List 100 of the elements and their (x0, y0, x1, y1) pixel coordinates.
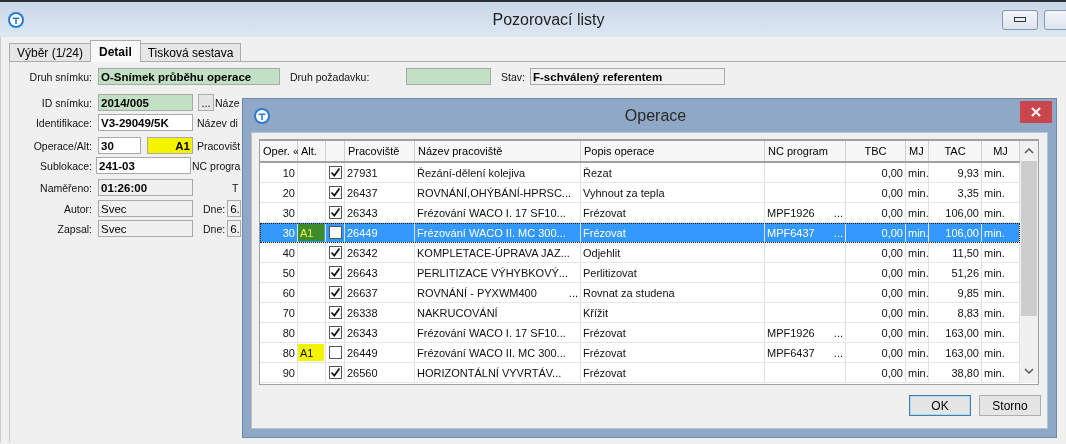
table-cell: 26560 (345, 363, 415, 382)
table-cell: 8,83 (929, 303, 982, 322)
field-label: Autor: (63, 202, 92, 215)
text-field[interactable]: 241-03 (96, 157, 191, 174)
table-cell: NAKRUCOVÁNÍ (415, 303, 581, 322)
table-cell: 163,00 (929, 343, 982, 362)
table-cell: Frézovat (581, 203, 765, 222)
field-label: T (232, 181, 239, 194)
table-cell: 27931 (345, 163, 415, 182)
column-header[interactable]: Popis operace (581, 141, 765, 161)
field-label: Dne: (203, 222, 226, 235)
table-row[interactable]: 30 26343 Frézování WACO I. 17 SF10... Frézovat MPF1926 ... 0,00 min. 106,00 min. (260, 203, 1020, 223)
table-cell: 0,00 (846, 163, 906, 182)
dialog-button[interactable]: Storno (979, 395, 1041, 416)
column-header[interactable]: Pracoviště (345, 141, 415, 161)
text-field[interactable]: 01:26:00 (98, 179, 193, 196)
table-cell: min. (906, 303, 929, 322)
text-field[interactable]: 2014/005 (98, 94, 193, 111)
table-cell: 0,00 (846, 323, 906, 342)
text-field[interactable]: 30 (98, 137, 141, 154)
column-header[interactable]: Alt. (298, 141, 326, 161)
text-field[interactable]: 6. (227, 220, 242, 237)
table-cell: 26343 (345, 203, 415, 222)
table-cell: min. (906, 203, 929, 222)
table-cell: 0,00 (846, 343, 906, 362)
table-row[interactable]: 80 A1 26449 Frézování WACO II. MC 300... Frézovat MPF6437 ... 0,00 min. 163,00 min. (260, 343, 1020, 363)
table-cell: 38,80 (929, 363, 982, 382)
table-cell: 106,00 (929, 223, 982, 242)
table-cell: HORIZONTÁLNÍ VYVRTÁV... (415, 363, 581, 382)
table-cell: Perlitizovat (581, 263, 765, 282)
table-cell: 70 (260, 303, 298, 322)
dialog-button[interactable]: OK (909, 395, 971, 416)
table-cell: min. (906, 363, 929, 382)
table-row[interactable]: 60 26637 ROVNÁNÍ - PYXWM400 ... Rovnat za studena 0,00 min. 9,85 min. (260, 283, 1020, 303)
table-cell: min. (906, 263, 929, 282)
table-cell: Frézování WACO II. MC 300... (415, 343, 581, 362)
table-cell: min. (906, 343, 929, 362)
text-field[interactable]: O-Snímek průběhu operace (98, 68, 280, 85)
table-cell: 9,85 (929, 283, 982, 302)
table-row[interactable]: 50 26643 PERLITIZACE VÝHYBKOVÝ... Perlitizovat 0,00 min. 51,26 min. (260, 263, 1020, 283)
browse-button[interactable]: ... (198, 94, 214, 111)
text-field[interactable]: F-schválený referentem (530, 68, 725, 85)
text-field[interactable]: A1 (147, 137, 193, 154)
table-cell: min. (906, 243, 929, 262)
table-cell: Frézovat (581, 223, 765, 242)
minimize-button[interactable] (1002, 9, 1038, 30)
table-cell: Frézování WACO I. 17 SF10... (415, 323, 581, 342)
table-cell: Rovnat za studena (581, 283, 765, 302)
more-button[interactable]: ... (833, 346, 843, 359)
table-cell: 9,93 (929, 163, 982, 182)
table-row[interactable]: 70 26338 NAKRUCOVÁNÍ Křížit 0,00 min. 8,83 min. (260, 303, 1020, 323)
more-button[interactable]: ... (833, 206, 843, 219)
table-cell: 0,00 (846, 363, 906, 382)
cell-text: MPF6437 (767, 226, 815, 239)
table-row[interactable]: 20 26437 ROVNÁNÍ,OHÝBÁNÍ-HPRSC... Vyhnout za tepla 0,00 min. 3,35 min. (260, 183, 1020, 203)
column-header[interactable]: TAC (929, 141, 982, 161)
table-cell: Řezat (581, 163, 765, 182)
column-header[interactable]: Název pracoviště (415, 141, 581, 161)
table-row[interactable]: 90 26560 HORIZONTÁLNÍ VYVRTÁV... Frézovat 0,00 min. 38,80 min. (260, 363, 1020, 383)
table-cell: 20 (260, 183, 298, 202)
more-button[interactable]: ... (568, 286, 578, 299)
table-cell: ROVNÁNÍ,OHÝBÁNÍ-HPRSC... (415, 183, 581, 202)
table-row[interactable]: 30 A1 26449 Frézování WACO II. MC 300... Frézovat MPF6437 ... 0,00 min. 106,00 min. (260, 223, 1020, 243)
table-cell: 3,35 (929, 183, 982, 202)
table-cell: 26342 (345, 243, 415, 262)
alt-tag: A1 (298, 344, 324, 361)
text-field[interactable]: V3-29049/5K (98, 114, 193, 131)
field-label: Pracovišt (197, 139, 241, 152)
scrollbar[interactable] (1020, 141, 1038, 383)
table-cell: 26343 (345, 323, 415, 342)
table-row[interactable]: 40 26342 KOMPLETACE-ÚPRAVA JAZ... Odjehlit 0,00 min. 11,50 min. (260, 243, 1020, 263)
tab[interactable]: Tisková sestava (139, 43, 242, 62)
table-cell: Frézovat (581, 343, 765, 362)
text-field[interactable]: 6. (227, 200, 242, 217)
table-cell: 60 (260, 283, 298, 302)
table-cell: Frézování WACO I. 17 SF10... (415, 203, 581, 222)
cell-text: MPF1926 (767, 326, 815, 339)
table-cell: Odjehlit (581, 243, 765, 262)
table-cell: min. (906, 223, 929, 242)
text-field[interactable] (406, 68, 491, 85)
alt-tag: A1 (298, 224, 324, 241)
table-cell: 10 (260, 163, 298, 182)
close-button[interactable] (1020, 100, 1052, 123)
column-header[interactable]: MJ (906, 141, 929, 161)
table-row[interactable]: 10 27931 Řezání-dělení kolejiva Řezat 0,00 min. 9,93 min. (260, 163, 1020, 183)
table-cell: 0,00 (846, 183, 906, 202)
column-header[interactable]: TBC (846, 141, 906, 161)
tab[interactable]: Výběr (1/24) (9, 43, 92, 62)
more-button[interactable]: ... (833, 326, 843, 339)
table-row[interactable]: 80 26343 Frézování WACO I. 17 SF10... Frézovat MPF1926 ... 0,00 min. 163,00 min. (260, 323, 1020, 343)
table-cell: 90 (260, 363, 298, 382)
cell-text: ROVNÁNÍ - PYXWM400 (417, 286, 537, 299)
app-logo-icon (253, 106, 271, 125)
column-header[interactable]: NC program (765, 141, 846, 161)
table-cell: 50 (260, 263, 298, 282)
column-header[interactable]: MJ (982, 141, 1020, 161)
column-header[interactable]: Oper. « (260, 141, 298, 161)
text-field[interactable]: Svec (98, 220, 193, 237)
text-field[interactable]: Svec (98, 200, 193, 217)
tab[interactable]: Detail (90, 40, 141, 62)
